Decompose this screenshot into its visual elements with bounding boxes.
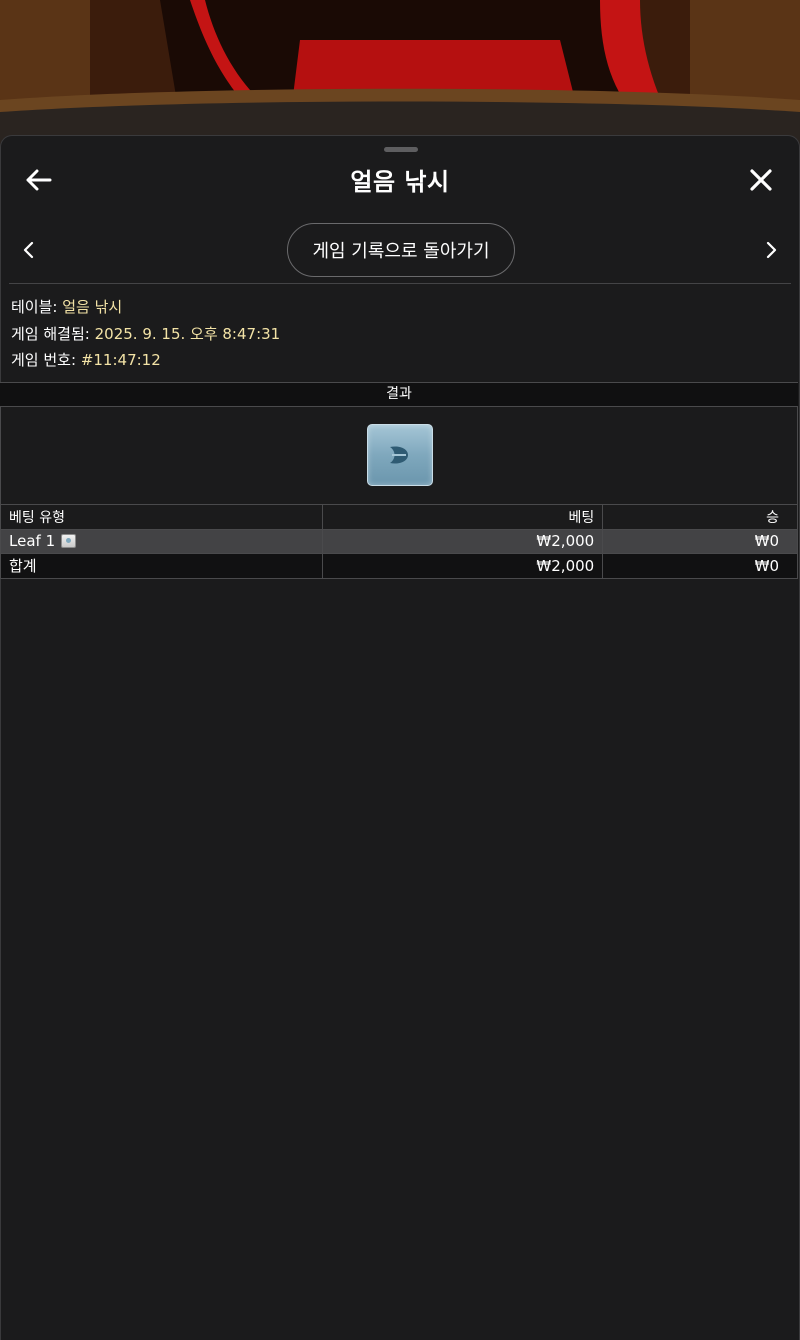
game-detail-sheet: 얼음 낚시 게임 기록으로 돌아가기 테이블: 얼음 낚시 게임 해결됨: 20 <box>0 135 800 1340</box>
table-header-row: 베팅 유형 베팅 승 <box>0 504 798 530</box>
total-label: 합계 <box>0 553 323 579</box>
info-resolved-row: 게임 해결됨: 2025. 9. 15. 오후 8:47:31 <box>11 321 280 348</box>
game-number-value: #11:47:12 <box>80 351 161 369</box>
total-row: 합계 ₩2,000 ₩0 <box>0 553 798 579</box>
win-amount-cell: ₩0 <box>602 528 798 554</box>
info-number-row: 게임 번호: #11:47:12 <box>11 347 280 374</box>
table-value: 얼음 낚시 <box>62 298 123 316</box>
resolved-label: 게임 해결됨: <box>11 324 90 343</box>
live-video-background <box>0 0 800 150</box>
next-game-button[interactable] <box>751 230 791 270</box>
close-button[interactable] <box>741 160 781 200</box>
game-info: 테이블: 얼음 낚시 게임 해결됨: 2025. 9. 15. 오후 8:47:… <box>11 294 280 374</box>
total-win-amount: ₩0 <box>602 553 798 579</box>
resolved-value: 2025. 9. 15. 오후 8:47:31 <box>94 324 281 343</box>
bet-amount-cell: ₩2,000 <box>321 528 604 554</box>
chevron-left-icon <box>23 241 34 259</box>
column-header-win: 승 <box>602 504 798 530</box>
result-tile <box>367 424 433 486</box>
table-label: 테이블: <box>11 298 58 316</box>
bet-result-icon <box>61 534 77 549</box>
dealer-scene-image <box>0 0 800 150</box>
table-row: Leaf 1 ₩2,000 ₩0 <box>0 528 798 554</box>
chevron-right-icon <box>766 241 777 259</box>
leaf-icon <box>390 446 408 464</box>
total-bet-amount: ₩2,000 <box>321 553 604 579</box>
bets-table: 베팅 유형 베팅 승 Leaf 1 ₩2,000 ₩0 합계 ₩2,000 ₩0 <box>0 504 798 579</box>
column-header-bet-type: 베팅 유형 <box>0 504 323 530</box>
page-title: 얼음 낚시 <box>350 168 450 196</box>
previous-game-button[interactable] <box>9 230 49 270</box>
sheet-drag-handle[interactable] <box>384 147 418 152</box>
game-number-label: 게임 번호: <box>11 351 77 369</box>
bet-type-cell: Leaf 1 <box>0 528 323 554</box>
results-heading: 결과 <box>0 382 798 407</box>
column-header-bet: 베팅 <box>321 504 604 530</box>
close-icon <box>750 169 772 191</box>
game-navigation: 게임 기록으로 돌아가기 <box>1 222 799 278</box>
divider <box>9 283 791 284</box>
bet-type-label: Leaf 1 <box>9 532 56 551</box>
sheet-header: 얼음 낚시 <box>1 156 799 204</box>
back-to-history-button[interactable]: 게임 기록으로 돌아가기 <box>287 223 515 277</box>
info-table-row: 테이블: 얼음 낚시 <box>11 294 280 321</box>
results-panel <box>0 407 798 504</box>
